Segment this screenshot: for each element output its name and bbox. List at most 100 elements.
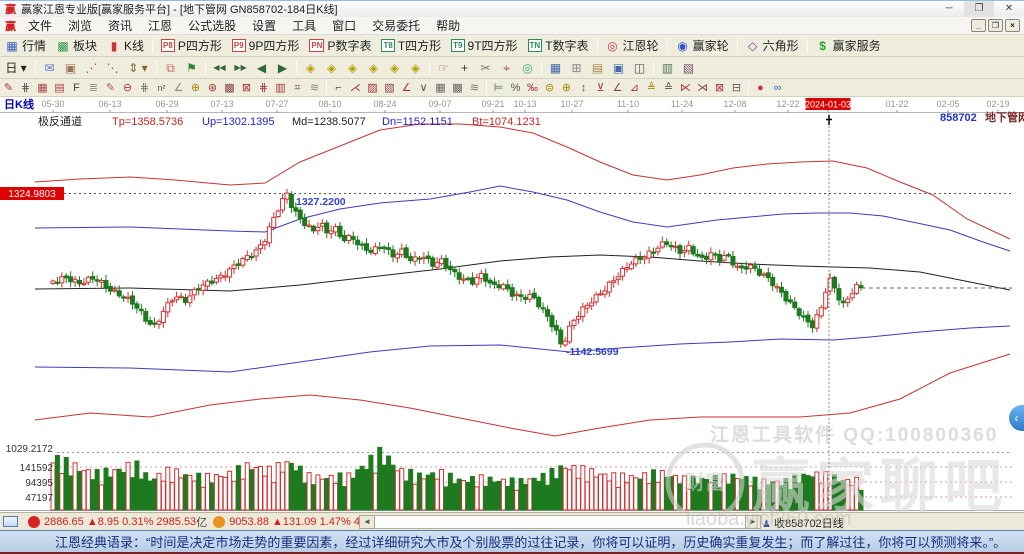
toolbar-main-button-12[interactable]: $赢家服务 (811, 37, 886, 54)
tool-icon-16[interactable]: ◈ (300, 58, 321, 78)
draw-icon-38[interactable]: ⊿ (626, 80, 643, 96)
draw-icon-42[interactable]: ⋊ (694, 80, 711, 96)
draw-icon-13[interactable]: ▩ (221, 80, 238, 96)
tool-icon-4[interactable]: ⋰ (81, 58, 102, 78)
tool-icon-14[interactable]: ▶ (272, 58, 293, 78)
minimize-button[interactable]: ─ (934, 1, 964, 17)
draw-icon-47[interactable]: ∞ (769, 80, 786, 96)
draw-icon-40[interactable]: ≙ (660, 80, 677, 96)
keyboard-wizard-icon[interactable] (3, 516, 18, 527)
draw-icon-5[interactable]: ≣ (85, 80, 102, 96)
maximize-button[interactable]: ❐ (964, 1, 994, 17)
draw-icon-30[interactable]: ⊨ (490, 80, 507, 96)
menu-item-4[interactable]: 公式选股 (180, 17, 244, 34)
tool-icon-0[interactable]: 日 ▾ (0, 58, 32, 78)
tool-icon-29[interactable]: ▦ (545, 58, 566, 78)
tool-icon-6[interactable]: ⇕ ▾ (123, 58, 153, 78)
tool-icon-27[interactable]: ◎ (517, 58, 538, 78)
draw-icon-31[interactable]: % (507, 80, 524, 96)
tool-icon-21[interactable]: ◈ (405, 58, 426, 78)
draw-icon-41[interactable]: ⋉ (677, 80, 694, 96)
draw-icon-26[interactable]: ▦ (432, 80, 449, 96)
draw-icon-11[interactable]: ⊕ (187, 80, 204, 96)
horizontal-scrollbar[interactable]: ◄ ► (359, 515, 761, 529)
draw-icon-17[interactable]: ⌗ (289, 80, 306, 96)
draw-icon-20[interactable]: ⌐ (330, 80, 347, 96)
draw-icon-22[interactable]: ▨ (364, 80, 381, 96)
tool-icon-31[interactable]: ▤ (587, 58, 608, 78)
tool-icon-19[interactable]: ◈ (363, 58, 384, 78)
draw-icon-27[interactable]: ▩ (449, 80, 466, 96)
tool-icon-11[interactable]: ◀◀ (209, 58, 230, 78)
tool-icon-18[interactable]: ◈ (342, 58, 363, 78)
menu-item-7[interactable]: 窗口 (324, 17, 364, 34)
draw-icon-39[interactable]: ≜ (643, 80, 660, 96)
draw-icon-46[interactable]: ● (752, 80, 769, 96)
toolbar-main-button-10[interactable]: ◉赢家轮 (671, 37, 734, 54)
menu-item-5[interactable]: 设置 (244, 17, 284, 34)
draw-icon-1[interactable]: ⋕ (17, 80, 34, 96)
tool-icon-36[interactable]: ▧ (678, 58, 699, 78)
toolbar-main-button-5[interactable]: PNP数字表 (304, 37, 376, 54)
draw-icon-10[interactable]: ∠ (170, 80, 187, 96)
toolbar-main-button-2[interactable]: ▮K线 (102, 37, 149, 54)
tool-icon-9[interactable]: ⚑ (181, 58, 202, 78)
mdi-close-button[interactable]: × (1005, 19, 1020, 32)
draw-icon-18[interactable]: ≋ (306, 80, 323, 96)
menu-item-3[interactable]: 江恩 (140, 17, 180, 34)
draw-icon-34[interactable]: ⊕ (558, 80, 575, 96)
draw-icon-4[interactable]: F (68, 80, 85, 96)
menu-item-8[interactable]: 交易委托 (364, 17, 428, 34)
draw-icon-9[interactable]: n² (153, 80, 170, 96)
menu-item-0[interactable]: 文件 (20, 17, 60, 34)
tool-icon-25[interactable]: ✂ (475, 58, 496, 78)
tool-icon-35[interactable]: ▥ (657, 58, 678, 78)
draw-icon-28[interactable]: ≋ (466, 80, 483, 96)
scroll-right-button[interactable]: ► (745, 515, 761, 529)
toolbar-main-button-6[interactable]: T8T四方形 (376, 37, 446, 54)
draw-icon-8[interactable]: ⋕ (136, 80, 153, 96)
toolbar-main-button-1[interactable]: ▩板块 (51, 37, 102, 54)
draw-icon-32[interactable]: ‰ (524, 80, 541, 96)
mdi-minimize-button[interactable]: _ (971, 19, 986, 32)
tool-icon-24[interactable]: + (454, 58, 475, 78)
toolbar-main-button-4[interactable]: P99P四方形 (227, 37, 304, 54)
tool-icon-3[interactable]: ▣ (60, 58, 81, 78)
toolbar-main-button-7[interactable]: T99T四方形 (446, 37, 522, 54)
tool-icon-12[interactable]: ▶▶ (230, 58, 251, 78)
draw-icon-2[interactable]: ▦ (34, 80, 51, 96)
draw-icon-16[interactable]: ▥ (272, 80, 289, 96)
draw-icon-44[interactable]: ⊟ (728, 80, 745, 96)
tool-icon-32[interactable]: ▣ (608, 58, 629, 78)
menu-item-2[interactable]: 资讯 (100, 17, 140, 34)
draw-icon-25[interactable]: ∨ (415, 80, 432, 96)
draw-icon-23[interactable]: ▧ (381, 80, 398, 96)
draw-icon-7[interactable]: ⊖ (119, 80, 136, 96)
draw-icon-15[interactable]: ⋕ (255, 80, 272, 96)
draw-icon-43[interactable]: ⊠ (711, 80, 728, 96)
tool-icon-13[interactable]: ◀ (251, 58, 272, 78)
toolbar-main-button-3[interactable]: P8P四方形 (156, 37, 227, 54)
menu-item-6[interactable]: 工具 (284, 17, 324, 34)
draw-icon-6[interactable]: ✎ (102, 80, 119, 96)
draw-icon-37[interactable]: ∠ (609, 80, 626, 96)
draw-icon-12[interactable]: ⊛ (204, 80, 221, 96)
kline-chart[interactable]: 05-3006-1306-2907-1307-2708-1008-2409-07… (0, 97, 1024, 512)
tool-icon-8[interactable]: ⧉ (160, 58, 181, 78)
draw-icon-35[interactable]: ↕ (575, 80, 592, 96)
draw-icon-14[interactable]: ⊠ (238, 80, 255, 96)
tool-icon-20[interactable]: ◈ (384, 58, 405, 78)
toolbar-main-button-0[interactable]: ▦行情 (0, 37, 51, 54)
tool-icon-17[interactable]: ◈ (321, 58, 342, 78)
toolbar-main-button-8[interactable]: TNT数字表 (523, 37, 594, 54)
scroll-left-button[interactable]: ◄ (359, 515, 375, 529)
toolbar-main-button-11[interactable]: ◇六角形 (741, 37, 804, 54)
tool-icon-5[interactable]: ⋱ (102, 58, 123, 78)
draw-icon-36[interactable]: ⊻ (592, 80, 609, 96)
tool-icon-33[interactable]: ◫ (629, 58, 650, 78)
menu-item-9[interactable]: 帮助 (428, 17, 468, 34)
scrollbar-track[interactable] (375, 515, 745, 529)
close-button[interactable]: ✕ (994, 1, 1024, 17)
toolbar-main-button-9[interactable]: ◎江恩轮 (601, 37, 664, 54)
tool-icon-30[interactable]: ⊞ (566, 58, 587, 78)
